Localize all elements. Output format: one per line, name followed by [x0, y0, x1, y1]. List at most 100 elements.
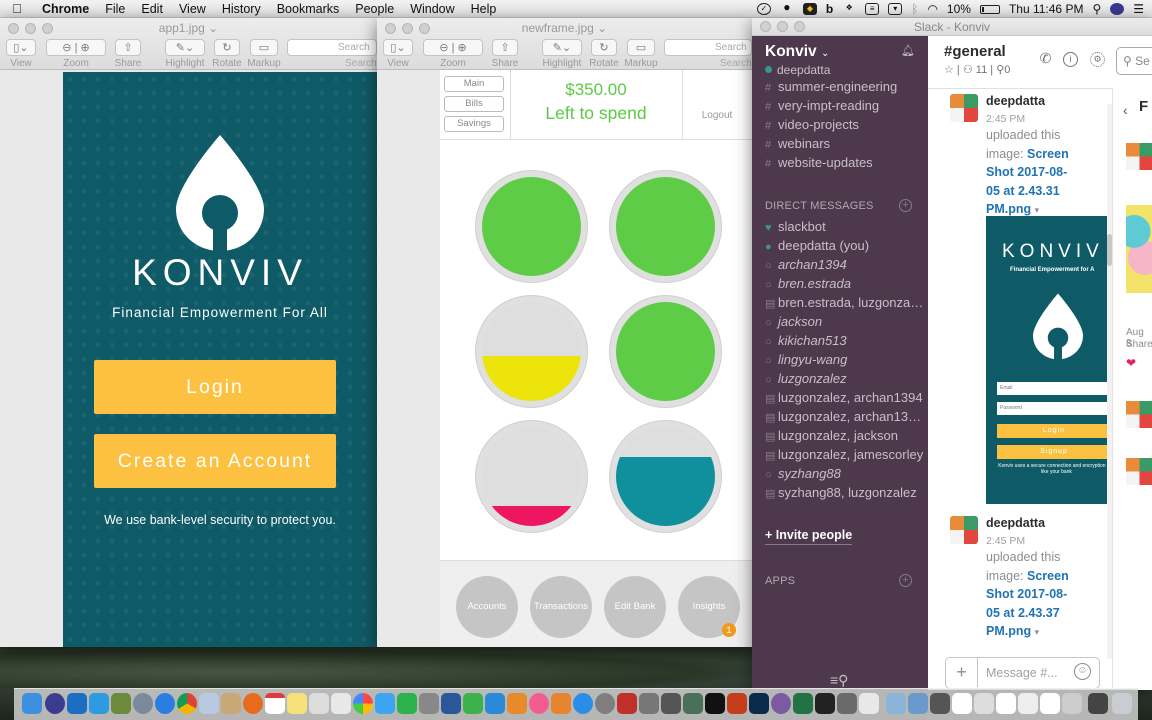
facetime-icon[interactable] — [397, 693, 417, 714]
outlook-icon[interactable] — [67, 693, 87, 714]
dm-item[interactable]: ▤ luzgonzalez, jackson — [765, 428, 925, 443]
menu-help[interactable]: Help — [463, 2, 505, 16]
shield-icon[interactable]: ◆ — [802, 3, 817, 15]
share-icon[interactable]: ⇧ — [492, 39, 518, 56]
channel-item[interactable]: # video-projects — [765, 117, 925, 132]
bluetooth-icon[interactable]: ᛒ — [911, 2, 918, 16]
dm-heading[interactable]: DIRECT MESSAGES — [765, 200, 874, 212]
books-icon[interactable] — [551, 693, 571, 714]
dm-item[interactable]: ▤ luzgonzalez, jamescorley — [765, 447, 925, 462]
clock[interactable]: Thu 11:46 PM — [1009, 2, 1083, 16]
search-input[interactable]: Search — [287, 39, 377, 56]
attach-plus-icon[interactable]: + — [946, 658, 978, 687]
dropbox-icon[interactable]: ❖ — [842, 3, 856, 15]
tab-main[interactable]: Main — [444, 76, 504, 92]
file-thumbnail[interactable] — [1126, 401, 1152, 428]
puppy-icon[interactable]: ● — [780, 1, 794, 15]
app-icon[interactable] — [1088, 693, 1108, 714]
add-dm-icon[interactable]: + — [899, 199, 912, 212]
battery-percent[interactable]: 10% — [947, 2, 971, 16]
dm-item[interactable]: ○ jackson — [765, 314, 925, 329]
back-chevron-icon[interactable]: ‹ — [1123, 102, 1128, 118]
minimize-button[interactable] — [777, 21, 788, 32]
share-icon[interactable]: ⇧ — [115, 39, 141, 56]
pages-icon[interactable] — [507, 693, 527, 714]
maps-icon[interactable] — [331, 693, 351, 714]
zoom-button[interactable] — [794, 21, 805, 32]
trash-icon[interactable] — [1112, 693, 1132, 714]
budget-gauge[interactable] — [609, 295, 722, 408]
excel-icon[interactable] — [793, 693, 813, 714]
member-count[interactable]: 11 — [976, 64, 987, 76]
call-icon[interactable]: ✆ — [1038, 51, 1053, 67]
document-stack-icon[interactable] — [1062, 693, 1082, 714]
message-input[interactable]: Message #... — [986, 666, 1058, 680]
message-composer[interactable]: + Message #... ☺ — [945, 657, 1100, 689]
messages-icon[interactable] — [375, 693, 395, 714]
close-button[interactable] — [760, 21, 771, 32]
task-check-icon[interactable]: ✓ — [756, 3, 771, 15]
highlight-icon[interactable]: ✎⌄ — [165, 39, 205, 56]
photos-icon[interactable] — [353, 693, 373, 714]
notes-icon[interactable] — [287, 693, 307, 714]
powerpoint-icon[interactable] — [727, 693, 747, 714]
document-stack-icon[interactable] — [1040, 693, 1060, 714]
budget-gauge[interactable] — [475, 170, 588, 283]
document-stack-icon[interactable] — [952, 693, 972, 714]
photoshop-icon[interactable] — [749, 693, 769, 714]
budget-gauge[interactable] — [609, 420, 722, 533]
dm-item[interactable]: ▤ syzhang88, luzgonzalez — [765, 485, 925, 500]
firefox-icon[interactable] — [243, 693, 263, 714]
dm-item[interactable]: ○ lingyu-wang — [765, 352, 925, 367]
search-input[interactable]: ⚲ Se — [1116, 47, 1152, 75]
document-stack-icon[interactable] — [1018, 693, 1038, 714]
dm-item[interactable]: ○ luzgonzalez — [765, 371, 925, 386]
finder-icon[interactable] — [22, 693, 42, 714]
numbers-icon[interactable] — [463, 693, 483, 714]
notes-icon[interactable]: ≡ — [865, 3, 880, 15]
document-stack-icon[interactable] — [996, 693, 1016, 714]
rotate-icon[interactable]: ↻ — [214, 39, 240, 56]
downloads-folder-icon[interactable] — [886, 693, 906, 714]
skype-icon[interactable] — [89, 693, 109, 714]
gear-icon[interactable]: ⚙ — [1090, 52, 1105, 67]
dm-item[interactable]: ▤ luzgonzalez, archan1394 — [765, 390, 925, 405]
reminders-icon[interactable] — [309, 693, 329, 714]
contacts-icon[interactable] — [221, 693, 241, 714]
logout-button[interactable]: Logout — [682, 110, 752, 121]
current-user[interactable]: deepdatta — [765, 63, 830, 77]
menu-history[interactable]: History — [214, 2, 269, 16]
budget-gauge[interactable] — [475, 295, 588, 408]
github-icon[interactable] — [771, 693, 791, 714]
heart-reaction-icon[interactable]: ❤ — [1126, 356, 1136, 370]
channel-item[interactable]: # webinars — [765, 136, 925, 151]
dm-item[interactable]: ▤ bren.estrada, luzgonzalez — [765, 295, 925, 310]
word-icon[interactable] — [441, 693, 461, 714]
quick-switcher-icon[interactable]: ≡⚲ — [830, 672, 848, 689]
tab-savings[interactable]: Savings — [444, 116, 504, 132]
siri-icon[interactable] — [45, 693, 65, 714]
dm-item[interactable]: ▤luzgonzalez, archan1394, bren.estrada — [765, 409, 925, 424]
app-store-icon[interactable] — [573, 693, 593, 714]
nav-edit-bank[interactable]: Edit Bank — [604, 576, 666, 638]
spotlight-icon[interactable]: ⚲ — [1092, 2, 1101, 16]
notification-center-icon[interactable]: ☰ — [1133, 2, 1144, 16]
star-icon[interactable]: ☆ — [944, 64, 954, 76]
zoom-buttons[interactable]: ⊖ | ⊕ — [46, 39, 106, 56]
app-icon[interactable] — [837, 693, 857, 714]
calendar-icon[interactable] — [265, 693, 285, 714]
activity-monitor-icon[interactable] — [815, 693, 835, 714]
zoom-buttons[interactable]: ⊖ | ⊕ — [423, 39, 483, 56]
emoji-icon[interactable]: ☺ — [1074, 663, 1091, 680]
rotate-icon[interactable]: ↻ — [591, 39, 617, 56]
chevron-down-icon[interactable]: ▾ — [1035, 205, 1040, 215]
file-thumbnail[interactable] — [1126, 143, 1152, 170]
channel-item[interactable]: # very-impt-reading — [765, 98, 925, 113]
dm-item[interactable]: ○ syzhang88 — [765, 466, 925, 481]
wifi-icon[interactable]: ◠ — [927, 2, 937, 16]
search-input[interactable]: Search — [664, 39, 752, 56]
apps-heading[interactable]: APPS — [765, 575, 795, 587]
message-time[interactable]: 2:45 PM — [986, 535, 1025, 547]
budget-gauge[interactable] — [609, 170, 722, 283]
siri-icon[interactable] — [1110, 3, 1125, 15]
